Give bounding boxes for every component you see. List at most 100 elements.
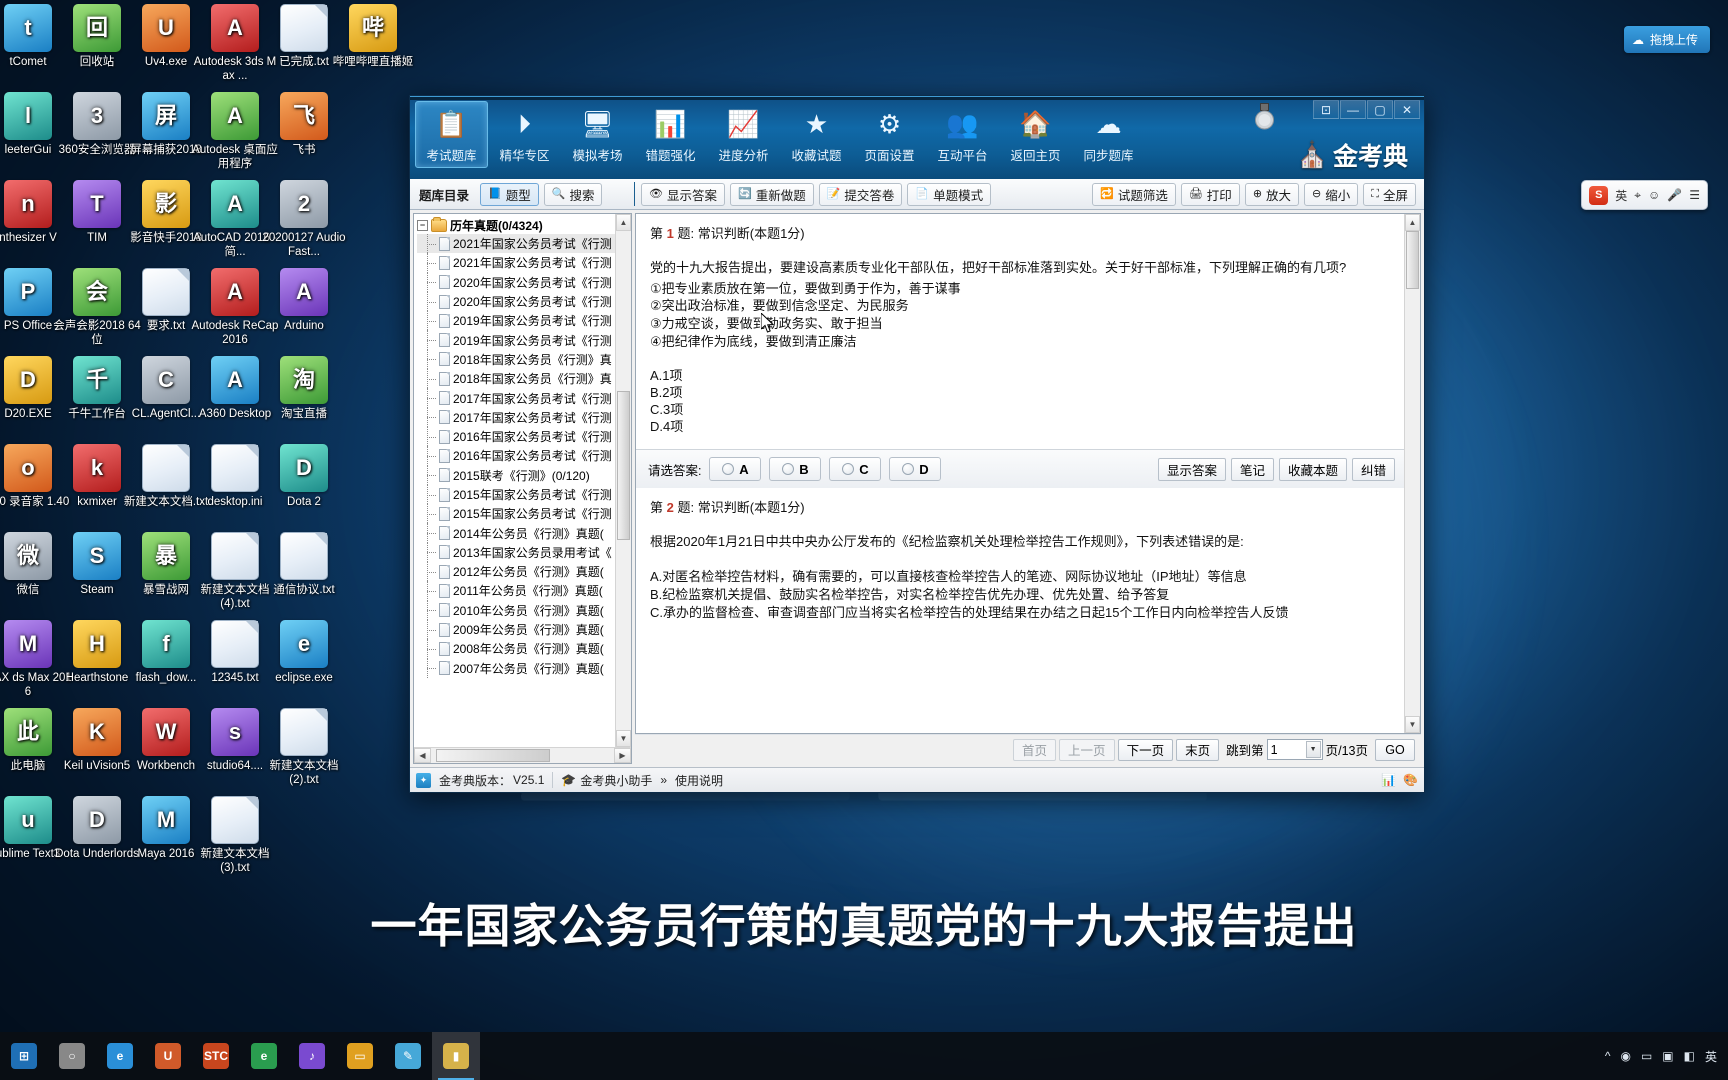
tree-node[interactable]: 2020年国家公务员考试《行测 <box>417 272 615 293</box>
ribbon-tab-wrong-question[interactable]: 📊 错题强化 <box>634 101 707 168</box>
ime-emoji-icon[interactable]: ☺ <box>1648 188 1660 202</box>
tree-scroll-track[interactable] <box>616 231 631 730</box>
desktop-icon[interactable]: 2 20200127 AudioFast... <box>260 180 348 259</box>
show-answer-button[interactable]: 显示答案 <box>1157 457 1226 481</box>
prev-page-button[interactable]: 上一页 <box>1059 738 1115 761</box>
answer-choice-a[interactable]: A <box>709 457 762 482</box>
note-button[interactable]: 笔记 <box>1230 457 1274 481</box>
tree-hscroll-thumb[interactable] <box>436 749 550 762</box>
tree-node[interactable]: 2017年国家公务员考试《行测 <box>417 407 615 428</box>
page-number-input[interactable]: 1 ▼ <box>1266 739 1323 760</box>
tray-icon-1[interactable]: ◉ <box>1615 1032 1635 1080</box>
drag-upload-pill[interactable]: ☁ 拖拽上传 <box>1623 26 1710 53</box>
tree-node[interactable]: 2018年国家公务员《行测》真 <box>417 349 615 370</box>
app-button-stc[interactable]: STC <box>192 1032 240 1080</box>
theme-icon[interactable]: 🎨 <box>1403 773 1418 787</box>
pin-button[interactable]: ⊡ <box>1313 100 1339 119</box>
tray-icon-4[interactable]: ◧ <box>1679 1032 1700 1080</box>
show-answer-button[interactable]: 👁 显示答案 <box>641 182 725 206</box>
tree-node[interactable]: 2012年公务员《行测》真题( <box>417 562 615 582</box>
answer-choice-b[interactable]: B <box>769 457 822 482</box>
radio-icon[interactable] <box>722 463 735 476</box>
ime-lang-label[interactable]: 英 <box>1615 187 1627 204</box>
ribbon-tab-question-bank[interactable]: 📋 考试题库 <box>415 101 488 168</box>
tree-scroll-up-arrow[interactable]: ▲ <box>616 214 631 231</box>
chevron-down-icon[interactable]: ▼ <box>1305 741 1321 758</box>
ribbon-tab-mock-exam[interactable]: 🖥 模拟考场 <box>561 101 634 168</box>
first-page-button[interactable]: 首页 <box>1013 738 1057 761</box>
app-button-explorer[interactable]: ▭ <box>336 1032 384 1080</box>
submit-button[interactable]: 📝 提交答卷 <box>818 182 903 206</box>
desktop-icon[interactable]: 新建文本文档 (3).txt <box>191 796 279 875</box>
maximize-button[interactable]: ▢ <box>1367 100 1393 119</box>
tree-node[interactable]: 2011年公务员《行测》真题( <box>417 581 615 601</box>
tree-node[interactable]: 2008年公务员《行测》真题( <box>417 639 615 659</box>
go-button[interactable]: GO <box>1375 738 1415 761</box>
tree-node[interactable]: 2021年国家公务员考试《行测 <box>417 234 615 254</box>
question-type-button[interactable]: 📘 题型 <box>480 182 539 206</box>
tree-node[interactable]: 2017年国家公务员考试《行测 <box>417 388 615 408</box>
app-button-jinkaodian[interactable]: ▮ <box>432 1032 480 1080</box>
redo-button[interactable]: 🔄 重新做题 <box>729 182 814 206</box>
zoom-in-button[interactable]: ⊕ 放大 <box>1244 182 1300 206</box>
tree-node[interactable]: 2019年国家公务员考试《行测 <box>417 311 615 331</box>
tree-scroll-right-arrow[interactable]: ▶ <box>614 748 631 763</box>
tree-node[interactable]: 2019年国家公务员考试《行测 <box>417 330 615 351</box>
ime-menu-icon[interactable]: ☰ <box>1689 188 1700 202</box>
fullscreen-button[interactable]: ⛶ 全屏 <box>1363 182 1416 206</box>
question-scroll-down-arrow[interactable]: ▼ <box>1405 716 1420 733</box>
desktop-icon[interactable]: e eclipse.exe <box>260 620 348 686</box>
report-error-button[interactable]: 纠错 <box>1351 457 1395 481</box>
app-button-browser[interactable]: e <box>240 1032 288 1080</box>
tree-vertical-scrollbar[interactable]: ▲ ▼ <box>615 214 631 747</box>
ribbon-tab-cloud-sync[interactable]: ☁ 同步题库 <box>1072 101 1145 168</box>
tree-node[interactable]: 2015年国家公务员考试《行测 <box>417 484 615 505</box>
statistics-icon[interactable]: 📊 <box>1381 773 1396 787</box>
close-button[interactable]: ✕ <box>1394 100 1420 119</box>
ribbon-tab-settings-gear[interactable]: ⚙ 页面设置 <box>853 101 926 168</box>
ribbon-tab-community[interactable]: 👥 互动平台 <box>926 101 999 168</box>
search-button[interactable]: 🔍 搜索 <box>543 182 603 206</box>
tree-node[interactable]: 2013年国家公务员录用考试《 <box>417 542 615 563</box>
tree-hscroll-track[interactable] <box>431 748 614 763</box>
desktop-icon[interactable]: 淘淘宝直播 <box>260 356 348 422</box>
tray-icon-2[interactable]: ▭ <box>1636 1032 1657 1080</box>
tree-node[interactable]: 2010年公务员《行测》真题( <box>417 600 615 621</box>
desktop-icon[interactable]: 飞飞书 <box>260 92 348 158</box>
assistant-label[interactable]: 金考典小助手 <box>580 772 652 789</box>
next-page-button[interactable]: 下一页 <box>1117 738 1174 761</box>
single-mode-button[interactable]: 📄 单题模式 <box>907 182 992 206</box>
ribbon-tab-home[interactable]: 🏠 返回主页 <box>999 101 1072 168</box>
ime-mic-icon[interactable]: 🎤 <box>1667 188 1682 202</box>
collapse-expander-icon[interactable]: − <box>417 219 428 231</box>
tree-node[interactable]: 2007年公务员《行测》真题( <box>417 658 615 679</box>
tree-node[interactable]: 2015年国家公务员考试《行测 <box>417 504 615 524</box>
question-scroll-up-arrow[interactable]: ▲ <box>1405 214 1420 231</box>
tree-node[interactable]: 2015联考《行测》(0/120) <box>417 465 615 486</box>
tree-horizontal-scrollbar[interactable]: ◀ ▶ <box>414 747 631 763</box>
tree-node[interactable]: 2016年国家公务员考试《行测 <box>417 446 615 466</box>
tray-chevron-icon[interactable]: ^ <box>1600 1032 1616 1080</box>
filter-button[interactable]: 🔁 试题筛选 <box>1092 182 1176 206</box>
tree-node[interactable]: 2018年国家公务员《行测》真 <box>417 369 615 389</box>
ime-punctuation-icon[interactable]: ⌖ <box>1634 188 1641 203</box>
last-page-button[interactable]: 末页 <box>1176 738 1220 761</box>
sogou-ime-bar[interactable]: S 英 ⌖ ☺ 🎤 ☰ <box>1581 180 1708 210</box>
help-label[interactable]: 使用说明 <box>675 772 723 789</box>
answer-choice-c[interactable]: C <box>829 457 882 482</box>
app-button-music[interactable]: ♪ <box>288 1032 336 1080</box>
question-vertical-scrollbar[interactable]: ▲ ▼ <box>1404 214 1420 733</box>
zoom-out-button[interactable]: ⊖ 缩小 <box>1304 182 1359 206</box>
assistant-chevron[interactable]: » <box>660 773 667 787</box>
tree-scroll-left-arrow[interactable]: ◀ <box>414 748 431 763</box>
answer-choice-d[interactable]: D <box>889 457 942 482</box>
ribbon-tab-essence-zone[interactable]: ⏵ 精华专区 <box>488 101 561 168</box>
search-button[interactable]: ○ <box>48 1032 96 1080</box>
question-scroll-track[interactable] <box>1405 231 1420 716</box>
print-button[interactable]: 🖨 打印 <box>1180 182 1240 206</box>
desktop-icon[interactable]: 通信协议.txt <box>260 532 348 598</box>
desktop-icon[interactable]: 新建文本文档 (2).txt <box>260 708 348 787</box>
ribbon-tab-favorites[interactable]: ★ 收藏试题 <box>780 101 853 168</box>
start-button[interactable]: ⊞ <box>0 1032 48 1080</box>
minimize-button[interactable]: — <box>1340 100 1366 119</box>
